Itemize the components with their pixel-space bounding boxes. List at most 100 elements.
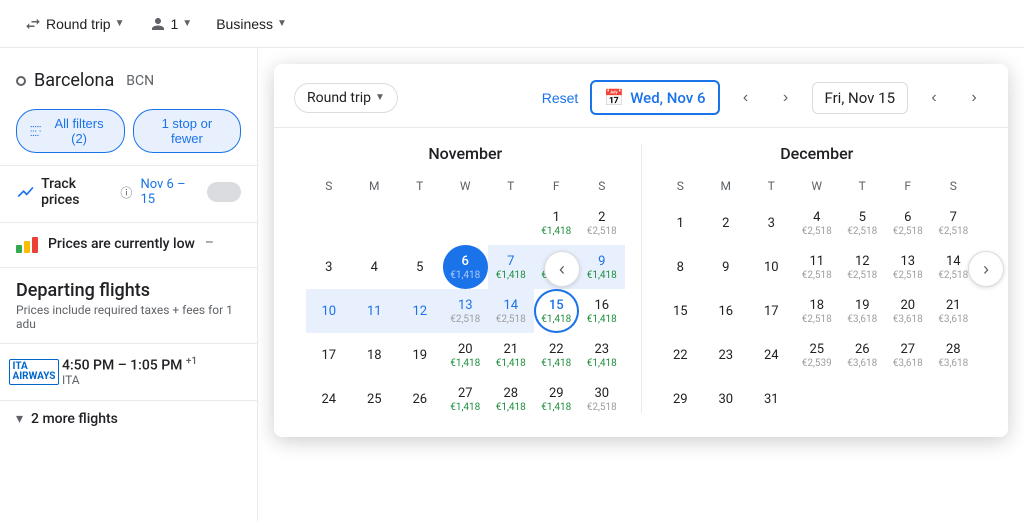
day-cell[interactable]: 6€2,518 — [885, 201, 931, 245]
day-cell[interactable]: 28€3,618 — [931, 333, 977, 377]
track-prices-label: Track prices — [41, 176, 114, 208]
day-cell[interactable]: 29 — [658, 377, 704, 421]
more-flights-row[interactable]: ▾ 2 more flights — [0, 400, 257, 437]
day-cell[interactable]: 27€1,418 — [443, 377, 489, 421]
date-to-prev[interactable]: ‹ — [920, 84, 948, 112]
track-icon — [16, 182, 35, 202]
day-cell[interactable]: 4 — [352, 245, 398, 289]
person-icon — [149, 15, 167, 33]
day-cell[interactable]: 16 — [703, 289, 749, 333]
day-cell[interactable]: 17 — [306, 333, 352, 377]
day-cell[interactable]: 5 — [397, 245, 443, 289]
day-cell[interactable]: 30 — [703, 377, 749, 421]
day-cell[interactable]: 20€1,418 — [443, 333, 489, 377]
cabin-button[interactable]: Business ▼ — [208, 12, 295, 36]
day-cell[interactable]: 14€2,518 — [488, 289, 534, 333]
day-cell[interactable]: 11€2,518 — [794, 245, 840, 289]
sat-header: S — [579, 175, 625, 197]
day-cell[interactable]: 3 — [306, 245, 352, 289]
day-cell[interactable]: 24 — [749, 333, 795, 377]
day-cell[interactable]: 13€2,518 — [443, 289, 489, 333]
november-title: November — [306, 136, 625, 163]
day-cell — [306, 201, 352, 245]
day-cell[interactable]: 2€2,518 — [579, 201, 625, 245]
day-cell[interactable]: 26€3,618 — [840, 333, 886, 377]
next-month-button[interactable]: › — [968, 251, 1004, 287]
thu-header: T — [488, 175, 534, 197]
day-cell[interactable]: 1 — [658, 201, 704, 245]
stops-filter-button[interactable]: 1 stop or fewer — [133, 109, 241, 153]
day-cell[interactable]: 4€2,518 — [794, 201, 840, 245]
day-cell[interactable]: 1€1,418 — [534, 201, 580, 245]
day-cell[interactable]: 17 — [749, 289, 795, 333]
track-prices-toggle[interactable] — [207, 182, 241, 202]
date-from-prev[interactable]: ‹ — [732, 84, 760, 112]
day-cell[interactable]: 3 — [749, 201, 795, 245]
day-cell[interactable]: 15 — [658, 289, 704, 333]
trip-type-button[interactable]: Round trip ▼ — [16, 11, 133, 37]
day-cell[interactable]: 31 — [749, 377, 795, 421]
day-cell[interactable]: 16€1,418 — [579, 289, 625, 333]
day-cell[interactable]: 25€2,539 — [794, 333, 840, 377]
day-cell[interactable]: 23 — [703, 333, 749, 377]
filters-row: All filters (2) 1 stop or fewer — [0, 101, 257, 161]
prev-month-button[interactable]: ‹ — [544, 251, 580, 287]
day-cell[interactable]: 10 — [306, 289, 352, 333]
day-cell[interactable]: 7€1,418 — [488, 245, 534, 289]
day-cell[interactable]: 11 — [352, 289, 398, 333]
day-cell[interactable]: 6€1,418 — [443, 245, 489, 289]
tue-header: T — [397, 175, 443, 197]
day-cell[interactable]: 21€3,618 — [931, 289, 977, 333]
top-bar: Round trip ▼ 1 ▼ Business ▼ — [0, 0, 1024, 48]
day-cell[interactable]: 28€1,418 — [488, 377, 534, 421]
december-day-headers: S M T W T F S — [658, 175, 977, 197]
day-cell[interactable]: 10 — [749, 245, 795, 289]
day-cell[interactable]: 15€1,418 — [534, 289, 580, 333]
day-cell[interactable]: 27€3,618 — [885, 333, 931, 377]
mon-header: M — [352, 175, 398, 197]
day-cell[interactable]: 12€2,518 — [840, 245, 886, 289]
day-cell — [931, 377, 977, 421]
departing-section: Departing flights Prices include require… — [0, 267, 257, 335]
day-cell[interactable]: 20€3,618 — [885, 289, 931, 333]
date-to-box[interactable]: Fri, Nov 15 — [812, 82, 909, 114]
day-cell[interactable]: 18€2,518 — [794, 289, 840, 333]
expand-icon: ▾ — [16, 411, 23, 427]
passengers-button[interactable]: 1 ▼ — [141, 11, 201, 37]
day-cell[interactable]: 12 — [397, 289, 443, 333]
all-filters-button[interactable]: All filters (2) — [16, 109, 125, 153]
day-cell[interactable]: 30€2,518 — [579, 377, 625, 421]
wed-header: W — [443, 175, 489, 197]
december-title: December — [658, 136, 977, 163]
day-cell[interactable]: 23€1,418 — [579, 333, 625, 377]
track-prices-row: Track prices ⓘ Nov 6 – 15 — [0, 165, 257, 218]
day-cell[interactable]: 25 — [352, 377, 398, 421]
date-from-next[interactable]: › — [772, 84, 800, 112]
day-cell[interactable]: 7€2,518 — [931, 201, 977, 245]
date-to-next[interactable]: › — [960, 84, 988, 112]
day-cell — [794, 377, 840, 421]
date-from-box[interactable]: 📅 Wed, Nov 6 — [590, 80, 719, 115]
day-cell[interactable]: 13€2,518 — [885, 245, 931, 289]
reset-button[interactable]: Reset — [542, 90, 579, 106]
calendars-container: November S M T W T F S 1€1,4182€2,518345… — [274, 128, 1008, 437]
roundtrip-dropdown[interactable]: Round trip ▼ — [294, 83, 398, 113]
day-cell[interactable]: 24 — [306, 377, 352, 421]
day-cell[interactable]: 26 — [397, 377, 443, 421]
day-cell[interactable]: 29€1,418 — [534, 377, 580, 421]
day-cell[interactable]: 22 — [658, 333, 704, 377]
december-calendar: December S M T W T F S 1234€2,5185€2,518… — [642, 136, 993, 421]
passengers-label: 1 — [171, 16, 179, 32]
day-cell[interactable]: 2 — [703, 201, 749, 245]
flight-row[interactable]: ITAAIRWAYS 4:50 PM – 1:05 PM +1 ITA — [0, 343, 257, 400]
day-cell[interactable]: 21€1,418 — [488, 333, 534, 377]
day-cell[interactable]: 19 — [397, 333, 443, 377]
day-cell[interactable]: 19€3,618 — [840, 289, 886, 333]
day-cell[interactable]: 9€1,418 — [579, 245, 625, 289]
day-cell[interactable]: 9 — [703, 245, 749, 289]
november-day-headers: S M T W T F S — [306, 175, 625, 197]
day-cell[interactable]: 22€1,418 — [534, 333, 580, 377]
day-cell[interactable]: 8 — [658, 245, 704, 289]
day-cell[interactable]: 5€2,518 — [840, 201, 886, 245]
day-cell[interactable]: 18 — [352, 333, 398, 377]
